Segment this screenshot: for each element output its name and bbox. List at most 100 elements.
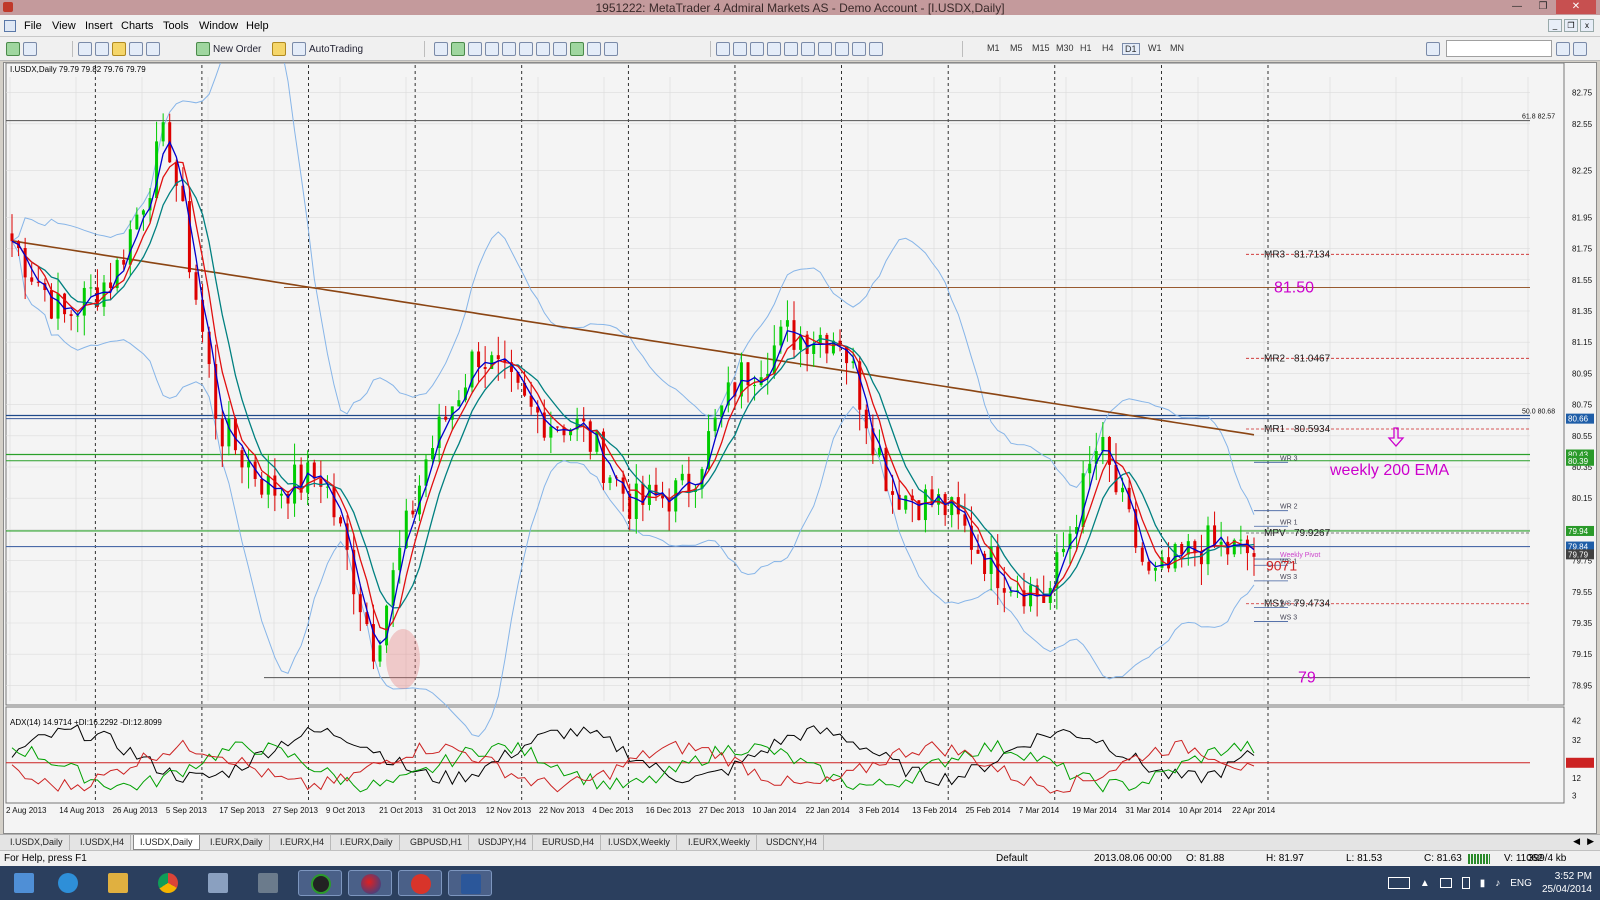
chart-minimize-button[interactable]: _ xyxy=(1548,19,1562,32)
zoom-in-icon[interactable] xyxy=(485,42,499,56)
settings-gear-icon[interactable] xyxy=(1426,42,1440,56)
taskbar-calculator[interactable] xyxy=(196,870,240,896)
menu-tools[interactable]: Tools xyxy=(163,20,189,32)
taskbar-chrome[interactable] xyxy=(146,870,190,896)
cursor-icon[interactable] xyxy=(716,42,730,56)
tab-i-usdx-h4[interactable]: I.USDX,H4 xyxy=(74,835,132,850)
data-window-icon[interactable] xyxy=(95,42,109,56)
taskbar-metatrader-1[interactable] xyxy=(298,870,342,896)
taskbar-word[interactable] xyxy=(448,870,492,896)
restore-window-button[interactable]: ❐ xyxy=(1530,0,1556,14)
profiles-icon[interactable] xyxy=(23,42,37,56)
taskbar-metatrader-2[interactable] xyxy=(348,870,392,896)
horizontal-line-icon[interactable] xyxy=(767,42,781,56)
language-indicator[interactable]: ENG xyxy=(1510,878,1532,889)
menu-window[interactable]: Window xyxy=(199,20,238,32)
new-order-button[interactable]: New Order xyxy=(196,41,287,57)
bar-chart-icon[interactable] xyxy=(434,42,448,56)
battery-icon[interactable] xyxy=(1461,877,1470,889)
timeframe-h4[interactable]: H4 xyxy=(1102,43,1114,53)
menu-file[interactable]: File xyxy=(24,20,42,32)
timeframe-d1[interactable]: D1 xyxy=(1122,43,1140,55)
equidistant-channel-icon[interactable] xyxy=(801,42,815,56)
timeframe-m30[interactable]: M30 xyxy=(1056,43,1074,53)
timeframe-mn[interactable]: MN xyxy=(1170,43,1184,53)
keyboard-icon[interactable] xyxy=(1387,877,1410,889)
chart-window-icon[interactable] xyxy=(4,20,16,32)
bear-candle xyxy=(194,272,198,300)
chat-icon[interactable] xyxy=(1573,42,1587,56)
tab-gbpusd-h1[interactable]: GBPUSD,H1 xyxy=(404,835,470,850)
menu-help[interactable]: Help xyxy=(246,20,269,32)
internet-explorer-icon xyxy=(58,873,78,893)
timeframe-m15[interactable]: M15 xyxy=(1032,43,1050,53)
close-window-button[interactable]: ✕ xyxy=(1556,0,1596,14)
taskbar-app-red[interactable] xyxy=(398,870,442,896)
line-chart-icon[interactable] xyxy=(468,42,482,56)
tab-i-usdx-daily-active[interactable]: I.USDX,Daily xyxy=(133,835,200,850)
status-close: C: 81.63 xyxy=(1424,853,1462,864)
metaeditor-icon[interactable] xyxy=(272,42,287,56)
clock[interactable]: 3:52 PM 25/04/2014 xyxy=(1542,870,1592,896)
tab-eurusd-h4[interactable]: EURUSD,H4 xyxy=(536,835,602,850)
strategy-tester-icon[interactable] xyxy=(146,42,160,56)
vertical-line-icon[interactable] xyxy=(750,42,764,56)
chart-close-button[interactable]: x xyxy=(1580,19,1594,32)
menu-view[interactable]: View xyxy=(52,20,76,32)
fibonacci-icon[interactable] xyxy=(818,42,832,56)
tab-i-usdx-weekly[interactable]: I.USDX,Weekly xyxy=(602,835,677,850)
tab-scroll-left-icon[interactable]: ◀ xyxy=(1573,836,1580,847)
tab-usdjpy-h4[interactable]: USDJPY,H4 xyxy=(472,835,534,850)
autotrading-button[interactable]: AutoTrading xyxy=(292,41,363,57)
bear-candle xyxy=(864,409,868,429)
templates-icon[interactable] xyxy=(604,42,618,56)
tile-windows-icon[interactable] xyxy=(519,42,533,56)
zoom-out-icon[interactable] xyxy=(502,42,516,56)
chart-window[interactable]: 82.75 82.55 82.25 81.95 81.75 81.55 81.35 81.15… xyxy=(3,62,1597,834)
network-icon[interactable] xyxy=(1439,878,1452,888)
start-button[interactable] xyxy=(2,870,46,896)
adx-level-tag xyxy=(1566,757,1594,768)
chart-shift-icon[interactable] xyxy=(553,42,567,56)
text-tool-icon[interactable] xyxy=(835,42,849,56)
periods-icon[interactable] xyxy=(587,42,601,56)
tab-i-eurx-daily[interactable]: I.EURX,Daily xyxy=(204,835,270,850)
tab-i-eurx-h4[interactable]: I.EURX,H4 xyxy=(274,835,332,850)
tab-i-eurx-weekly[interactable]: I.EURX,Weekly xyxy=(682,835,757,850)
date-axis-label: 27 Dec 2013 xyxy=(699,806,745,815)
menu-charts[interactable]: Charts xyxy=(121,20,153,32)
navigator-icon[interactable] xyxy=(112,42,126,56)
trendline-icon[interactable] xyxy=(784,42,798,56)
crosshair-icon[interactable] xyxy=(733,42,747,56)
taskbar-app[interactable] xyxy=(246,870,290,896)
tab-scroll-right-icon[interactable]: ▶ xyxy=(1587,836,1594,847)
tab-usdcny-h4[interactable]: USDCNY,H4 xyxy=(760,835,824,850)
status-profile[interactable]: Default xyxy=(996,853,1028,864)
terminal-icon[interactable] xyxy=(129,42,143,56)
tab-i-eurx-daily-2[interactable]: I.EURX,Daily xyxy=(334,835,400,850)
search-input[interactable] xyxy=(1446,40,1552,57)
tab-i-usdx-daily[interactable]: I.USDX,Daily xyxy=(4,835,70,850)
price-axis-label: 81.95 xyxy=(1572,213,1593,222)
market-watch-icon[interactable] xyxy=(78,42,92,56)
candlestick-icon[interactable] xyxy=(451,42,465,56)
timeframe-h1[interactable]: H1 xyxy=(1080,43,1092,53)
timeframe-w1[interactable]: W1 xyxy=(1148,43,1162,53)
text-label-icon[interactable] xyxy=(852,42,866,56)
new-chart-icon[interactable] xyxy=(6,42,20,56)
search-icon[interactable] xyxy=(1556,42,1570,56)
indicators-icon[interactable] xyxy=(570,42,584,56)
signal-icon[interactable]: ▮ xyxy=(1480,878,1486,889)
timeframe-m5[interactable]: M5 xyxy=(1010,43,1023,53)
chart-canvas[interactable]: 82.75 82.55 82.25 81.95 81.75 81.55 81.35 81.15… xyxy=(4,63,1598,835)
arrows-icon[interactable] xyxy=(869,42,883,56)
timeframe-m1[interactable]: M1 xyxy=(987,43,1000,53)
chart-restore-button[interactable]: ❐ xyxy=(1564,19,1578,32)
minimize-window-button[interactable]: — xyxy=(1504,0,1530,14)
menu-insert[interactable]: Insert xyxy=(85,20,113,32)
auto-scroll-icon[interactable] xyxy=(536,42,550,56)
taskbar-ie[interactable] xyxy=(46,870,90,896)
taskbar-explorer[interactable] xyxy=(96,870,140,896)
tray-expand-icon[interactable]: ▲ xyxy=(1420,878,1430,889)
volume-icon[interactable]: ♪ xyxy=(1495,878,1500,889)
